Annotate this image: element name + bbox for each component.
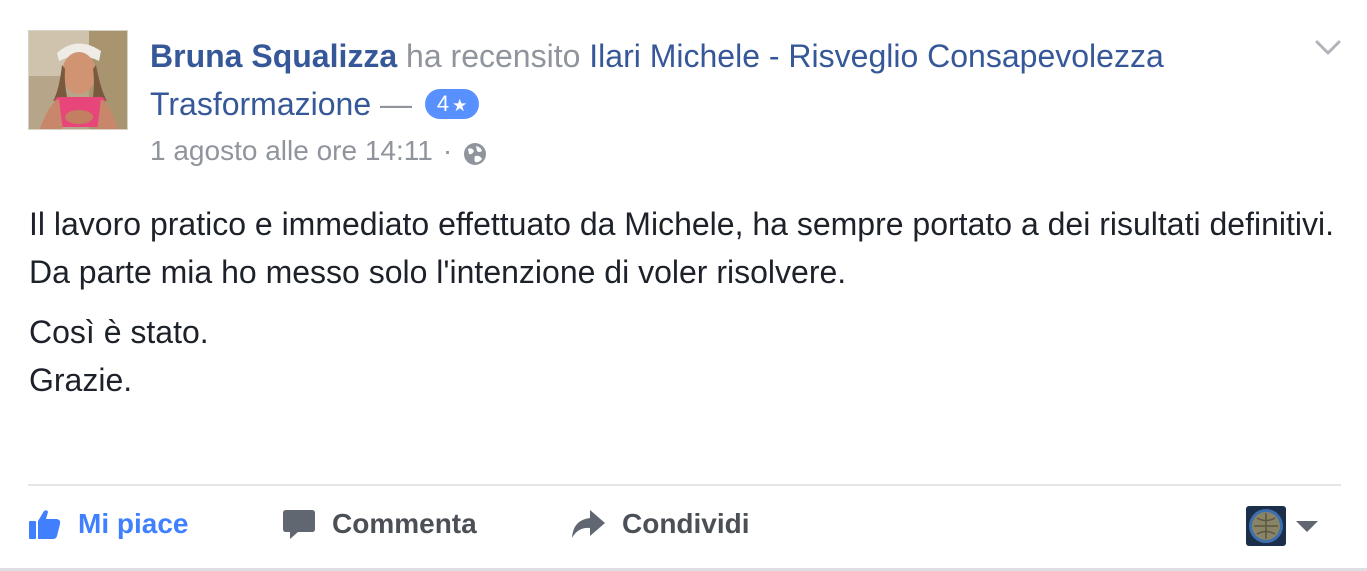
share-label: Condividi xyxy=(622,508,750,539)
viewer-avatar[interactable] xyxy=(1246,506,1286,546)
chevron-down-icon[interactable] xyxy=(1313,36,1343,60)
review-post-card: Bruna Squalizza ha recensito Ilari Miche… xyxy=(0,0,1367,571)
thumbs-up-icon xyxy=(29,510,61,539)
post-meta: 1 agosto alle ore 14:11 · xyxy=(150,131,488,171)
rating-value: 4 xyxy=(436,91,450,116)
author-name-link[interactable]: Bruna Squalizza xyxy=(150,38,397,74)
meta-separator: · xyxy=(442,135,453,166)
star-icon: ★ xyxy=(452,96,468,115)
body-line: Il lavoro pratico e immediato effettuato… xyxy=(29,206,1334,242)
body-line: Da parte mia ho messo solo l'intenzione … xyxy=(29,254,847,290)
post-timestamp-link[interactable]: 1 agosto alle ore 14:11 xyxy=(150,131,433,171)
header-dash: — xyxy=(380,86,412,122)
share-arrow-icon xyxy=(572,510,605,538)
body-line: Grazie. xyxy=(29,362,133,398)
comment-button[interactable]: Commenta xyxy=(282,496,477,552)
author-avatar[interactable] xyxy=(28,30,128,130)
globe-icon[interactable] xyxy=(462,138,488,165)
review-verb: ha recensito xyxy=(406,38,581,74)
post-actions-bar: Mi piace Commenta Condividi xyxy=(0,496,1367,552)
viewer-profile-image xyxy=(1246,506,1286,546)
body-paragraph: Il lavoro pratico e immediato effettuato… xyxy=(29,200,1339,296)
like-button[interactable]: Mi piace xyxy=(28,496,188,552)
post-body: Il lavoro pratico e immediato effettuato… xyxy=(29,200,1339,404)
rating-badge: 4 ★ xyxy=(424,89,480,119)
body-line: Così è stato. xyxy=(29,314,209,350)
caret-down-icon[interactable] xyxy=(1296,521,1318,532)
like-label: Mi piace xyxy=(78,508,189,539)
body-paragraph: Così è stato. Grazie. xyxy=(29,308,1339,404)
post-header: Bruna Squalizza ha recensito Ilari Miche… xyxy=(150,32,1300,128)
actions-divider xyxy=(28,484,1341,486)
author-photo xyxy=(29,31,127,129)
comment-icon xyxy=(283,510,315,539)
comment-label: Commenta xyxy=(332,508,477,539)
share-button[interactable]: Condividi xyxy=(570,496,750,552)
